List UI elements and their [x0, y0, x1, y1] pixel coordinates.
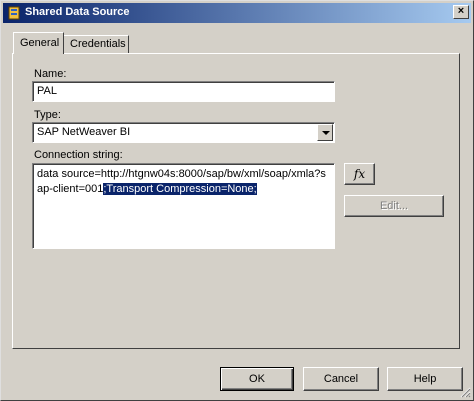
expression-button[interactable]: fx — [344, 163, 375, 185]
data-source-icon — [8, 6, 20, 20]
type-select-value: SAP NetWeaver BI — [37, 126, 131, 138]
window-title: Shared Data Source — [25, 6, 130, 18]
shared-data-source-dialog: Shared Data Source × General Credentials… — [0, 0, 474, 401]
connection-string-input[interactable]: data source=http://htgnw04s:8000/sap/bw/… — [32, 163, 335, 249]
type-label: Type: — [34, 109, 61, 121]
function-icon: fx — [353, 167, 366, 181]
name-input[interactable]: PAL — [32, 81, 335, 102]
name-label: Name: — [34, 68, 67, 80]
cancel-button[interactable]: Cancel — [303, 367, 379, 391]
resize-grip-icon[interactable] — [459, 386, 471, 398]
type-select[interactable]: SAP NetWeaver BI — [32, 122, 335, 143]
help-button[interactable]: Help — [387, 367, 463, 391]
ok-button[interactable]: OK — [220, 367, 294, 391]
tab-credentials[interactable]: Credentials — [64, 35, 129, 53]
close-icon[interactable]: × — [453, 5, 469, 19]
title-bar[interactable]: Shared Data Source × — [3, 3, 471, 23]
tab-general[interactable]: General — [13, 32, 64, 54]
chevron-down-icon[interactable] — [317, 124, 333, 141]
edit-button[interactable]: Edit... — [344, 195, 444, 217]
connection-string-selected-text: ;Transport Compression=None; — [103, 183, 257, 195]
connection-string-label: Connection string: — [34, 149, 123, 161]
